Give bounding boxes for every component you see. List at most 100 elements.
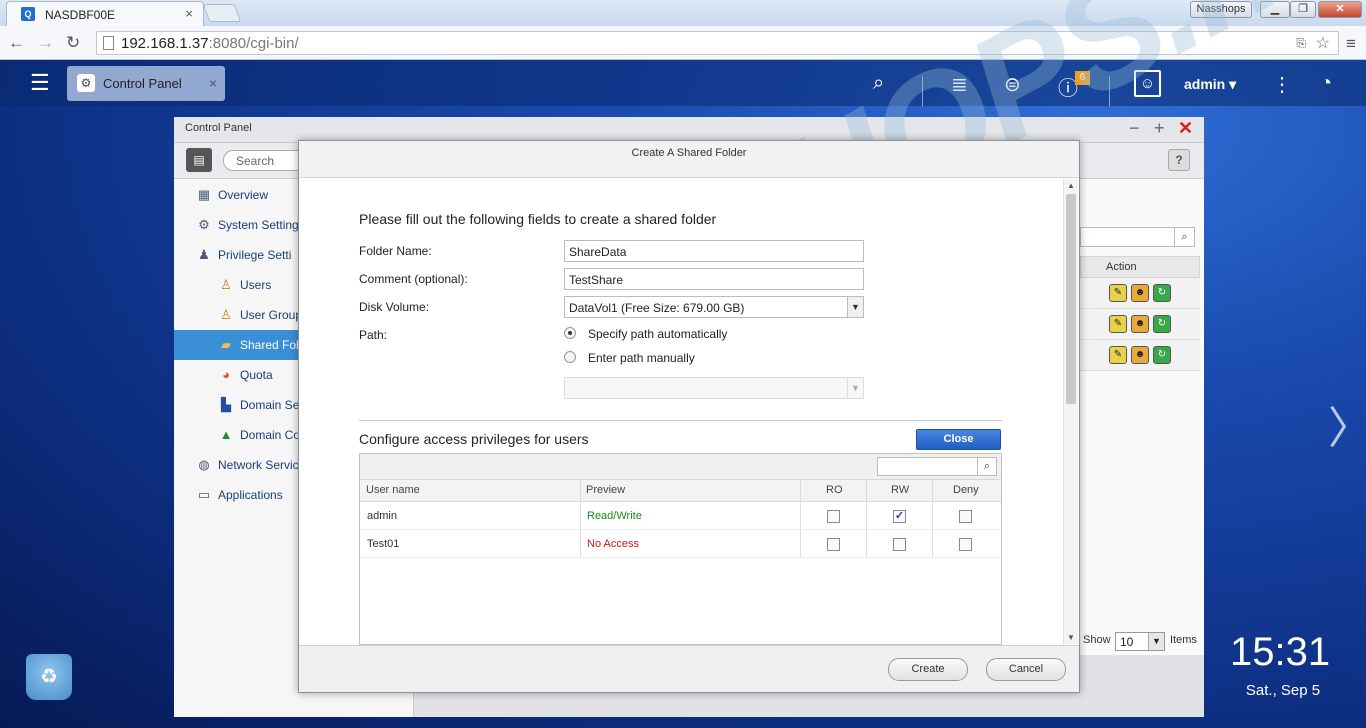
- action-column-header: Action: [1106, 261, 1137, 273]
- more-options-icon[interactable]: ⋮: [1272, 72, 1292, 97]
- back-icon[interactable]: ←: [8, 33, 25, 53]
- apps-icon: ▭: [197, 487, 211, 502]
- edit-icon[interactable]: ✎: [1109, 346, 1127, 364]
- domain-controller-icon: ▲: [219, 427, 233, 442]
- manual-path-select[interactable]: ▼: [564, 377, 864, 399]
- refresh-icon[interactable]: ↻: [1153, 315, 1171, 333]
- main-menu-icon[interactable]: ☰: [30, 70, 50, 96]
- row-username: admin: [367, 510, 397, 522]
- control-panel-taskbar-tab[interactable]: ⚙ Control Panel ×: [67, 66, 225, 101]
- create-button[interactable]: Create: [888, 658, 968, 681]
- rw-checkbox[interactable]: [893, 538, 906, 551]
- forward-icon[interactable]: →: [37, 33, 54, 53]
- chevron-right-icon[interactable]: 〉: [1328, 392, 1366, 456]
- taskbar-tab-label: Control Panel: [103, 76, 182, 91]
- column-header-preview[interactable]: Preview: [586, 484, 625, 496]
- user-search-input[interactable]: ⌕: [877, 457, 997, 476]
- dashboard-gauge-icon[interactable]: ◔: [1320, 72, 1332, 95]
- edit-icon[interactable]: ✎: [1109, 284, 1127, 302]
- sidebar-item-label: User Group: [240, 308, 303, 322]
- column-header-rw[interactable]: RW: [891, 484, 909, 496]
- search-icon[interactable]: ⌕: [977, 458, 996, 475]
- gear-icon: ⚙: [198, 217, 210, 232]
- url-host: 192.168.1.37: [121, 35, 209, 52]
- profile-button[interactable]: Nasshops: [1190, 1, 1252, 18]
- close-window-button[interactable]: ✕: [1318, 1, 1362, 18]
- row-preview: Read/Write: [587, 510, 642, 522]
- close-button[interactable]: Close: [916, 429, 1001, 450]
- chevron-down-icon: ▼: [1148, 633, 1164, 650]
- gear-icon: ⚙: [77, 74, 95, 92]
- recycle-bin-icon[interactable]: ♻: [26, 654, 72, 700]
- scroll-down-icon[interactable]: ▼: [1067, 633, 1075, 642]
- row-username: Test01: [367, 538, 400, 550]
- table-row: ✎ ☻ ↻: [1080, 340, 1200, 371]
- sidebar-item-label: Domain Co: [240, 428, 301, 442]
- close-icon[interactable]: ×: [209, 75, 217, 91]
- sidebar-item-label: Privilege Setti: [218, 248, 292, 262]
- new-tab-button[interactable]: [202, 4, 242, 22]
- path-manual-label[interactable]: Enter path manually: [588, 351, 695, 365]
- dialog-scrollbar[interactable]: ▲ ▼: [1063, 179, 1078, 644]
- background-tasks-icon[interactable]: ≣: [951, 72, 968, 97]
- help-button[interactable]: ?: [1168, 149, 1190, 171]
- show-label: Show: [1083, 634, 1111, 646]
- ro-checkbox[interactable]: [827, 510, 840, 523]
- folder-name-field[interactable]: ShareData: [564, 240, 864, 262]
- edit-icon[interactable]: ✎: [1109, 315, 1127, 333]
- pie-icon: ◕: [222, 367, 230, 382]
- url-field[interactable]: 192.168.1.37:8080/cgi-bin/ ⎘ ☆: [96, 31, 1339, 55]
- scrollbar-thumb[interactable]: [1066, 194, 1076, 404]
- permission-icon[interactable]: ☻: [1131, 284, 1149, 302]
- path-auto-label[interactable]: Specify path automatically: [588, 327, 727, 341]
- permission-icon[interactable]: ☻: [1131, 346, 1149, 364]
- refresh-icon[interactable]: ↻: [1153, 346, 1171, 364]
- user-group-icon: ♙: [220, 307, 232, 322]
- maximize-icon[interactable]: +: [1154, 118, 1165, 139]
- refresh-icon[interactable]: ↻: [1153, 284, 1171, 302]
- close-icon[interactable]: ✕: [1178, 118, 1193, 139]
- user-avatar-icon[interactable]: ☺: [1134, 70, 1161, 97]
- column-header-deny[interactable]: Deny: [953, 484, 979, 496]
- user-menu[interactable]: admin ▾: [1184, 76, 1236, 93]
- path-manual-radio[interactable]: [564, 351, 576, 363]
- external-device-icon[interactable]: ⊜: [1004, 72, 1021, 97]
- deny-checkbox[interactable]: [959, 538, 972, 551]
- minimize-icon[interactable]: −: [1129, 118, 1140, 139]
- scroll-up-icon[interactable]: ▲: [1067, 181, 1075, 190]
- permission-icon[interactable]: ☻: [1131, 315, 1149, 333]
- cancel-button[interactable]: Cancel: [986, 658, 1066, 681]
- disk-volume-select[interactable]: DataVol1 (Free Size: 679.00 GB) ▼: [564, 296, 864, 318]
- rw-checkbox[interactable]: ✓: [893, 510, 906, 523]
- url-path: :8080/cgi-bin/: [208, 35, 299, 52]
- comment-field[interactable]: TestShare: [564, 268, 864, 290]
- folder-search-input[interactable]: ⌕: [1080, 227, 1195, 247]
- view-toggle-icon[interactable]: ▤: [186, 148, 212, 172]
- column-header-username[interactable]: User name: [366, 484, 420, 496]
- sidebar-item-label: System Setting: [218, 218, 299, 232]
- table-row: ✎ ☻ ↻: [1080, 278, 1200, 309]
- ro-checkbox[interactable]: [827, 538, 840, 551]
- search-icon[interactable]: ⌕: [1174, 228, 1194, 246]
- restore-window-button[interactable]: ❐: [1290, 1, 1316, 18]
- tab-close-icon[interactable]: ×: [185, 6, 193, 21]
- browser-tab[interactable]: Q NASDBF00E ×: [6, 1, 204, 26]
- search-icon[interactable]: ⌕: [873, 72, 884, 95]
- globe-icon: ◍: [198, 457, 210, 472]
- page-size-select[interactable]: 10 ▼: [1115, 632, 1165, 651]
- minimize-window-button[interactable]: ▁: [1260, 1, 1290, 18]
- sidebar-item-label: Overview: [218, 188, 269, 202]
- browser-menu-icon[interactable]: ≡: [1346, 34, 1356, 54]
- column-header-ro[interactable]: RO: [826, 484, 843, 496]
- path-auto-radio[interactable]: [564, 327, 576, 339]
- notification-badge: 6: [1075, 71, 1090, 85]
- access-privileges-title: Configure access privileges for users: [359, 431, 589, 447]
- translate-icon[interactable]: ⎘: [1296, 36, 1306, 51]
- person-icon: ♟: [198, 247, 210, 262]
- items-label: Items: [1170, 634, 1197, 646]
- reload-icon[interactable]: ↻: [66, 33, 80, 53]
- chevron-down-icon: ▼: [847, 297, 863, 317]
- bookmark-star-icon[interactable]: ☆: [1316, 33, 1330, 53]
- table-row: ✎ ☻ ↻: [1080, 309, 1200, 340]
- deny-checkbox[interactable]: [959, 510, 972, 523]
